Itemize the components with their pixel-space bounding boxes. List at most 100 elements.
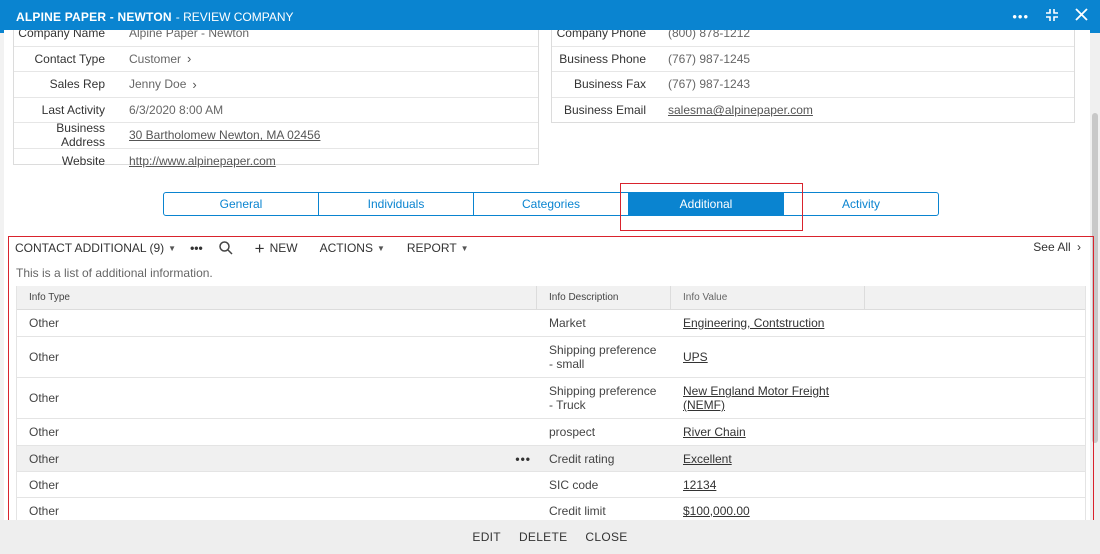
table-row[interactable]: Other ••• Credit rating Excellent <box>17 446 1085 472</box>
table-row[interactable]: Other Market Engineering, Contstruction <box>17 310 1085 337</box>
close-icon[interactable] <box>1075 8 1088 25</box>
cell-info-value-link[interactable]: UPS <box>683 350 708 364</box>
website-link[interactable]: http://www.alpinepaper.com <box>129 154 276 168</box>
cell-info-description: Shipping preference - small <box>549 343 657 371</box>
table-row[interactable]: Other Shipping preference - Truck New En… <box>17 378 1085 419</box>
field-value: (800) 878-1212 <box>668 30 751 41</box>
column-header-info-type[interactable]: Info Type <box>17 286 537 309</box>
field-value: (767) 987-1245 <box>668 51 751 66</box>
field-label: Business Address <box>56 121 105 150</box>
list-more-button[interactable]: ••• <box>190 241 203 255</box>
window-title-bar: ALPINE PAPER - NEWTON - REVIEW COMPANY •… <box>0 0 1100 33</box>
table-row[interactable]: Other Shipping preference - small UPS <box>17 337 1085 378</box>
window-subtitle: - REVIEW COMPANY <box>175 9 294 24</box>
field-company-phone: Company Phone (800) 878-1212 <box>552 30 1074 47</box>
cell-info-value-link[interactable]: New England Motor Freight (NEMF) <box>683 384 865 412</box>
new-label: NEW <box>269 241 298 255</box>
scrollbar-thumb[interactable] <box>1092 113 1098 443</box>
cell-info-description: Credit rating <box>549 451 615 466</box>
search-button[interactable] <box>218 241 233 255</box>
tab-additional[interactable]: Additional <box>629 193 784 215</box>
field-label: Company Phone <box>556 30 646 41</box>
cell-info-type: Other ••• <box>17 446 537 471</box>
cell-info-type: Other <box>29 391 60 405</box>
search-icon <box>218 241 233 255</box>
tab-activity[interactable]: Activity <box>784 193 938 215</box>
row-more-icon[interactable]: ••• <box>515 452 531 466</box>
chevron-right-icon[interactable]: › <box>192 77 196 92</box>
cell-info-description: prospect <box>549 425 596 439</box>
cell-info-type-text: Other <box>29 451 60 466</box>
see-all-label: See All <box>1033 240 1071 254</box>
cell-info-type: Other <box>29 425 60 439</box>
see-all-link[interactable]: See All › <box>1033 240 1081 254</box>
grid-header: Info Type Info Description Info Value <box>17 286 1085 310</box>
field-sales-rep[interactable]: Sales Rep Jenny Doe › <box>14 72 538 98</box>
field-contact-type[interactable]: Contact Type Customer › <box>14 47 538 72</box>
cell-info-description: Market <box>549 316 586 330</box>
edit-button[interactable]: EDIT <box>472 530 501 544</box>
cell-info-type: Other <box>29 477 60 492</box>
tab-general[interactable]: General <box>164 193 319 215</box>
field-value: Jenny Doe <box>129 77 187 92</box>
field-label: Company Name <box>18 30 105 41</box>
caret-down-icon: ▼ <box>460 243 469 253</box>
field-label: Sales Rep <box>49 77 105 92</box>
cell-info-value-link[interactable]: $100,000.00 <box>683 504 750 518</box>
list-title: CONTACT ADDITIONAL (9) <box>15 241 165 255</box>
cell-info-value-link[interactable]: River Chain <box>683 425 746 439</box>
field-business-fax: Business Fax (767) 987-1243 <box>552 72 1074 98</box>
list-title-dropdown[interactable]: CONTACT ADDITIONAL (9) ▼ <box>15 241 176 255</box>
close-button[interactable]: CLOSE <box>585 530 627 544</box>
more-icon[interactable]: ••• <box>1012 10 1029 23</box>
field-last-activity: Last Activity 6/3/2020 8:00 AM <box>14 98 538 123</box>
field-business-email: Business Email salesma@alpinepaper.com <box>552 98 1074 124</box>
chevron-right-icon: › <box>1077 240 1081 254</box>
column-header-info-value[interactable]: Info Value <box>671 286 865 309</box>
field-business-phone: Business Phone (767) 987-1245 <box>552 47 1074 72</box>
window-title: ALPINE PAPER - NEWTON <box>16 9 172 24</box>
actions-label: ACTIONS <box>319 241 373 255</box>
cell-info-description: Credit limit <box>549 503 606 518</box>
company-contact-card: Company Phone (800) 878-1212 Business Ph… <box>551 30 1075 123</box>
field-label: Last Activity <box>41 102 105 117</box>
field-label: Business Phone <box>559 51 646 66</box>
field-value: (767) 987-1243 <box>668 77 751 92</box>
cell-info-value-link[interactable]: Excellent <box>683 452 732 466</box>
new-button[interactable]: + NEW <box>255 240 298 257</box>
field-website: Website http://www.alpinepaper.com <box>14 149 538 175</box>
email-link[interactable]: salesma@alpinepaper.com <box>668 103 813 117</box>
field-company-name: Company Name Alpine Paper - Newton <box>14 30 538 47</box>
field-business-address: Business Address 30 Bartholomew Newton, … <box>14 121 538 150</box>
field-value: 6/3/2020 8:00 AM <box>129 102 224 117</box>
table-row[interactable]: Other Credit limit $100,000.00 <box>17 498 1085 520</box>
field-label: Website <box>61 154 105 169</box>
address-link[interactable]: 30 Bartholomew Newton, MA 02456 <box>129 128 320 142</box>
company-info-card: Company Name Alpine Paper - Newton Conta… <box>13 30 539 168</box>
column-header-empty <box>865 286 1085 309</box>
caret-down-icon: ▼ <box>376 243 385 253</box>
collapse-icon[interactable] <box>1045 8 1059 26</box>
field-value: Customer <box>129 51 182 66</box>
plus-icon: + <box>254 238 265 258</box>
dialog-footer: EDIT DELETE CLOSE <box>0 520 1100 554</box>
actions-dropdown[interactable]: ACTIONS ▼ <box>320 241 385 255</box>
caret-down-icon: ▼ <box>168 243 177 253</box>
report-label: REPORT <box>406 241 457 255</box>
cell-info-value-link[interactable]: 12134 <box>683 478 716 492</box>
page-scrollbar[interactable] <box>1090 33 1100 523</box>
table-row[interactable]: Other SIC code 12134 <box>17 472 1085 498</box>
delete-button[interactable]: DELETE <box>519 530 567 544</box>
column-header-info-description[interactable]: Info Description <box>537 286 671 309</box>
chevron-right-icon[interactable]: › <box>187 51 191 66</box>
list-description: This is a list of additional information… <box>16 266 213 280</box>
table-row[interactable]: Other prospect River Chain <box>17 419 1085 446</box>
more-icon: ••• <box>190 241 203 255</box>
field-label: Business Fax <box>573 77 646 92</box>
cell-info-value-link[interactable]: Engineering, Contstruction <box>683 316 824 330</box>
cell-info-type: Other <box>29 350 60 364</box>
tab-individuals[interactable]: Individuals <box>319 193 474 215</box>
report-dropdown[interactable]: REPORT ▼ <box>407 241 469 255</box>
tab-categories[interactable]: Categories <box>474 193 629 215</box>
window-controls: ••• <box>1012 0 1088 33</box>
